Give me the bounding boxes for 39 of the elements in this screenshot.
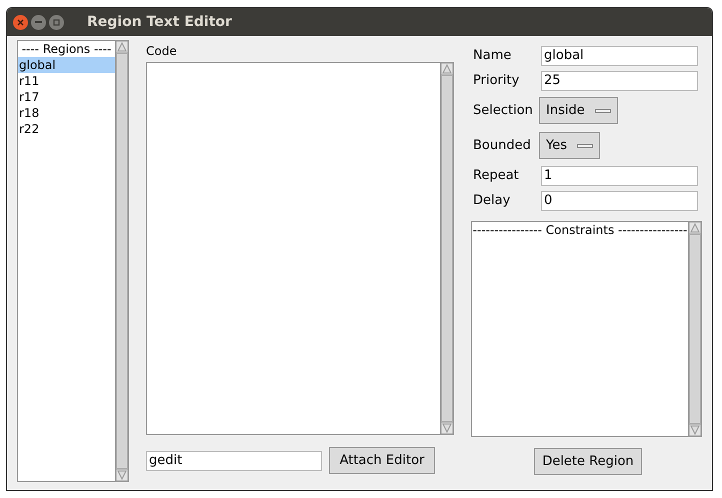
scrollbar[interactable]: [440, 63, 453, 434]
scroll-down-icon[interactable]: [116, 469, 128, 481]
minimize-icon[interactable]: [31, 14, 46, 30]
text-field[interactable]: 25: [541, 70, 698, 90]
list-item[interactable]: r11: [18, 73, 115, 89]
scroll-down-icon[interactable]: [689, 424, 701, 436]
scroll-down-icon[interactable]: [441, 422, 453, 434]
text-field[interactable]: gedit: [146, 450, 322, 470]
text-field[interactable]: 1: [541, 166, 698, 186]
scroll-up-icon[interactable]: [441, 63, 453, 75]
code-label: Code: [146, 43, 178, 60]
scrollbar[interactable]: [115, 41, 128, 481]
menu-indicator-icon: [577, 144, 593, 148]
list-header: ---------------- Constraints ----------------: [472, 222, 688, 238]
scroll-up-icon[interactable]: [116, 41, 128, 53]
attach-editor-button[interactable]: Attach Editor: [329, 447, 435, 474]
field-label: Selection: [473, 102, 534, 120]
text-field[interactable]: global: [541, 46, 698, 66]
list-item[interactable]: global: [18, 57, 115, 73]
option-menu[interactable]: Inside: [539, 97, 618, 124]
field-label: Name: [473, 46, 512, 65]
menu-indicator-icon: [594, 108, 611, 112]
field-label: Delay: [473, 192, 512, 210]
list-item[interactable]: r18: [18, 105, 115, 121]
list-header: ---- Regions ----: [20, 41, 112, 57]
field-label: Priority: [473, 72, 520, 90]
option-menu[interactable]: Yes: [539, 132, 600, 159]
text-field[interactable]: 0: [541, 190, 698, 210]
scrollbar[interactable]: [688, 222, 701, 436]
maximize-icon[interactable]: [49, 14, 64, 30]
window-title: Region Text Editor: [87, 12, 232, 32]
field-label: Bounded: [473, 136, 532, 155]
list-item[interactable]: r22: [18, 121, 115, 137]
scroll-up-icon[interactable]: [689, 222, 701, 234]
code-editor[interactable]: [146, 62, 454, 435]
field-label: Repeat: [473, 166, 520, 185]
close-icon[interactable]: [13, 14, 28, 30]
delete-region-button[interactable]: Delete Region: [534, 448, 642, 475]
list-item[interactable]: r17: [18, 89, 115, 105]
